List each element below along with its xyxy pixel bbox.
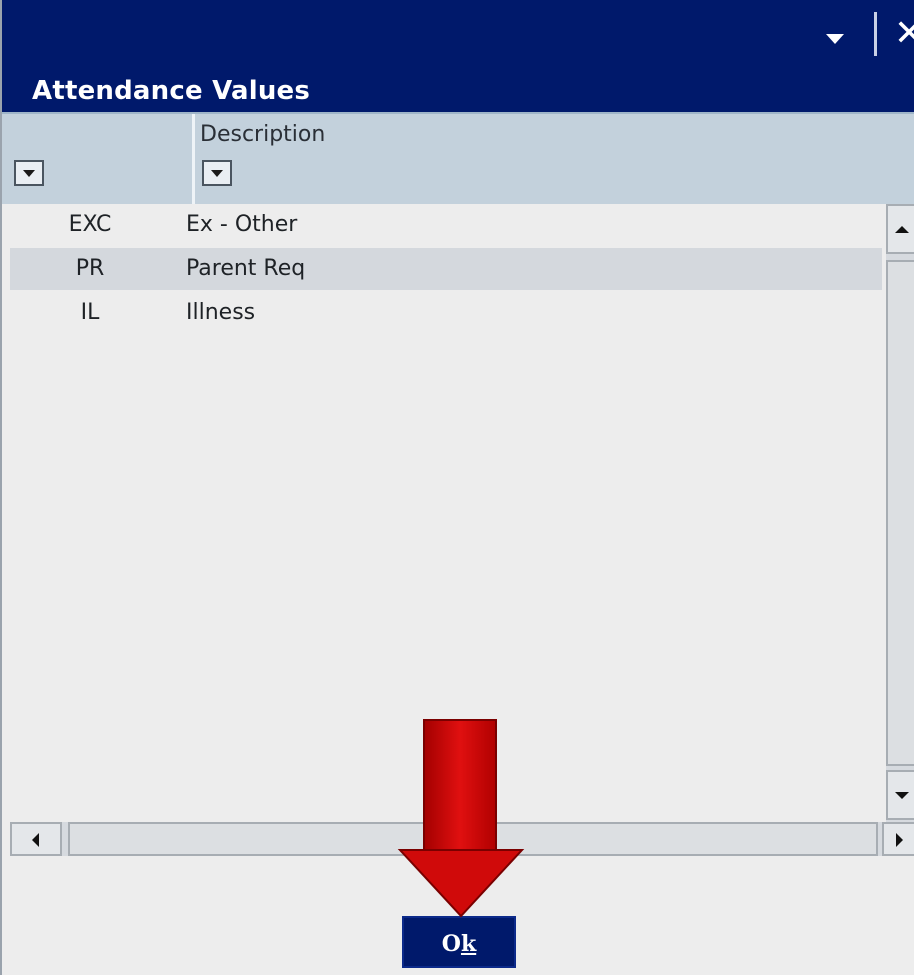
code-filter-button[interactable] <box>14 160 44 186</box>
vertical-scrollbar[interactable] <box>886 204 914 822</box>
description-cell: Illness <box>186 300 256 325</box>
column-divider[interactable] <box>192 114 195 204</box>
scroll-left-icon[interactable] <box>10 822 62 856</box>
ok-label: O <box>441 931 461 957</box>
column-header: Description <box>2 112 914 204</box>
list-item[interactable]: IL Illness <box>10 292 882 334</box>
code-cell: PR <box>75 256 105 281</box>
ok-mnemonic: k <box>460 931 477 957</box>
code-cell: EXC <box>68 212 112 237</box>
red-arrow-annotation-icon <box>397 719 525 918</box>
code-cell: IL <box>80 300 100 325</box>
title-bar-separator <box>874 12 877 56</box>
chevron-down-icon[interactable] <box>822 28 848 48</box>
ok-button[interactable]: Ok <box>402 916 516 968</box>
list-item-selected[interactable]: PR Parent Req <box>10 248 882 290</box>
attendance-values-dialog: ✕ Attendance Values Description EXC Ex -… <box>0 0 914 975</box>
list-item[interactable]: EXC Ex - Other <box>10 204 882 246</box>
scroll-down-icon[interactable] <box>886 770 914 820</box>
description-filter-button[interactable] <box>202 160 232 186</box>
dialog-title: Attendance Values <box>32 76 311 106</box>
scroll-up-icon[interactable] <box>886 204 914 254</box>
close-icon[interactable]: ✕ <box>894 14 914 54</box>
title-bar: ✕ Attendance Values <box>2 0 914 112</box>
vertical-scroll-thumb[interactable] <box>886 260 914 766</box>
description-cell: Ex - Other <box>186 212 298 237</box>
description-cell: Parent Req <box>186 256 306 281</box>
description-column-header[interactable]: Description <box>200 122 325 147</box>
scroll-right-icon[interactable] <box>882 822 914 856</box>
